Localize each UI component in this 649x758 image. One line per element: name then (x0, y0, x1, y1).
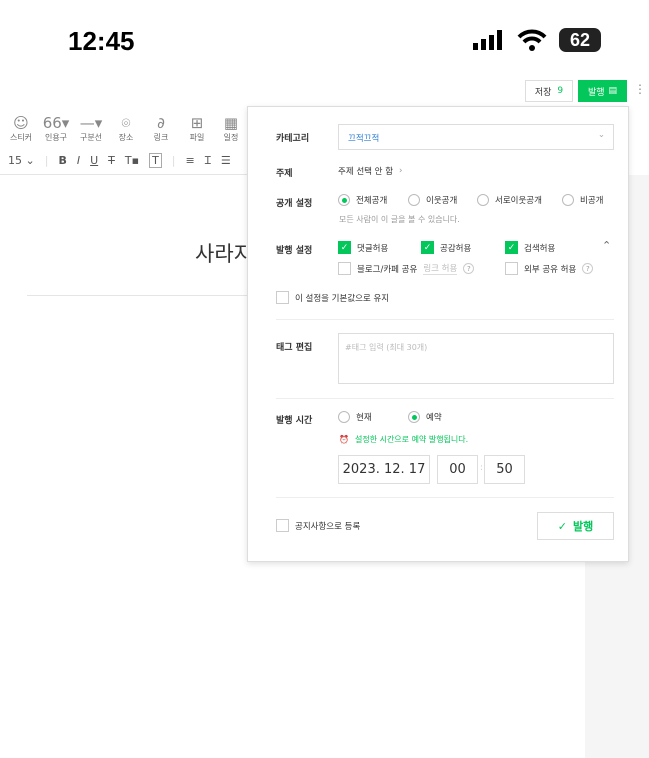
hour-input[interactable]: 00 (437, 455, 478, 484)
publish-settings-label: 발행 설정 (276, 246, 313, 256)
location-icon: ⌾ (121, 114, 131, 132)
reserve-note: ⏰ 설정한 시간으로 예약 발행됩니다. (339, 435, 469, 444)
file-icon: ⊞ (190, 114, 204, 132)
tag-input[interactable]: #태그 입력 (최대 30개) (338, 333, 614, 384)
checkbox-external-share[interactable]: 외부 공유 허용? (505, 262, 594, 275)
line-height-icon[interactable]: Ɪ (205, 153, 211, 168)
radio-neighbors[interactable]: 이웃공개 (408, 194, 457, 206)
divider (276, 398, 614, 399)
radio-private[interactable]: 비공개 (562, 194, 603, 206)
tool-schedule[interactable]: ▦ 일정 (216, 114, 246, 143)
divider (276, 497, 614, 498)
help-icon[interactable]: ? (463, 263, 475, 274)
checkbox-search[interactable]: ✓ 검색허용 (505, 241, 555, 254)
font-color-icon[interactable]: T▪ (125, 154, 139, 167)
align-icon[interactable]: ≡ (186, 154, 195, 167)
tool-sticker[interactable]: ☺ 스티커 (6, 114, 36, 143)
save-count: 9 (557, 86, 564, 96)
minute-input[interactable]: 50 (484, 455, 525, 484)
status-time: 12:45 (68, 26, 135, 56)
battery-indicator: 62 (559, 28, 601, 52)
link-icon: ∂ (157, 114, 165, 132)
visibility-label: 공개 설정 (276, 199, 313, 209)
checkbox-likes[interactable]: ✓ 공감허용 (421, 241, 471, 254)
checkbox-keep-default[interactable]: 이 설정을 기본값으로 유지 (276, 291, 389, 304)
time-separator: : (480, 463, 483, 473)
topic-select[interactable]: 주제 선택 안 함 › (338, 165, 402, 177)
date-input[interactable]: 2023. 12. 17 (338, 455, 430, 484)
chevron-right-icon: › (399, 166, 403, 176)
check-icon: ✓ (557, 519, 567, 533)
tool-divider[interactable]: —▾ 구분선 (76, 114, 106, 143)
publish-button[interactable]: ✓ 발행 (537, 512, 614, 540)
smiley-icon: ☺ (13, 114, 29, 132)
quote-icon: 66▾ (42, 114, 70, 132)
save-label: 저장 (534, 87, 552, 98)
radio-now[interactable]: 현재 (338, 411, 372, 423)
alarm-clock-icon: ⏰ (339, 435, 349, 444)
collapse-chevron-up-icon[interactable]: ⌃ (602, 239, 611, 252)
radio-mutual-neighbors[interactable]: 서로이웃공개 (477, 194, 542, 206)
radio-public[interactable]: 전체공개 (338, 194, 387, 206)
font-size-select[interactable]: 15 ⌄ (8, 154, 35, 167)
line-icon: —▾ (79, 114, 103, 132)
bold-icon[interactable]: B (58, 154, 66, 167)
radio-reserve[interactable]: 예약 (408, 411, 442, 423)
publish-toggle-button[interactable]: 발행 ▤ (578, 80, 627, 102)
calendar-icon: ▦ (223, 114, 239, 132)
save-button[interactable]: 저장 9 (525, 80, 573, 102)
publish-time-label: 발행 시간 (276, 416, 313, 426)
underline-icon[interactable]: U (90, 154, 98, 167)
document-title[interactable]: 사라지 (195, 238, 253, 268)
wifi-icon (517, 29, 547, 51)
tool-quote[interactable]: 66▾ 인용구 (41, 114, 71, 143)
more-menu-icon[interactable]: ⋮ (634, 82, 646, 96)
tag-label: 태그 편집 (276, 343, 313, 353)
divider (276, 319, 614, 320)
publish-settings-panel: 카테고리 끄적끄적 ⌄ 주제 주제 선택 안 함 › 공개 설정 전체공개 이웃공개… (247, 106, 629, 562)
help-icon[interactable]: ? (582, 263, 594, 274)
visibility-description: 모든 사람이 이 글을 볼 수 있습니다. (339, 215, 460, 224)
tool-link[interactable]: ∂ 링크 (146, 114, 176, 143)
list-icon[interactable]: ☰ (221, 154, 231, 167)
document-icon: ▤ (608, 86, 618, 96)
highlight-icon[interactable]: T (149, 153, 162, 168)
publish-label: 발행 (587, 87, 605, 98)
topic-label: 주제 (276, 169, 293, 179)
tool-file[interactable]: ⊞ 파일 (182, 114, 212, 143)
strikethrough-icon[interactable]: T (108, 154, 115, 167)
checkbox-notice[interactable]: 공지사항으로 등록 (276, 519, 360, 532)
checkbox-comments[interactable]: ✓ 댓글허용 (338, 241, 388, 254)
link-allow-select[interactable]: 링크 허용 (423, 262, 458, 275)
checkbox-blog-cafe-share[interactable]: 블로그/카페 공유 링크 허용? (338, 262, 475, 275)
tool-place[interactable]: ⌾ 장소 (111, 114, 141, 143)
chevron-down-icon: ⌄ (597, 130, 605, 140)
category-select[interactable]: 끄적끄적 ⌄ (338, 124, 614, 150)
italic-icon[interactable]: I (77, 154, 80, 167)
signal-icon (473, 30, 502, 50)
category-label: 카테고리 (276, 134, 310, 144)
